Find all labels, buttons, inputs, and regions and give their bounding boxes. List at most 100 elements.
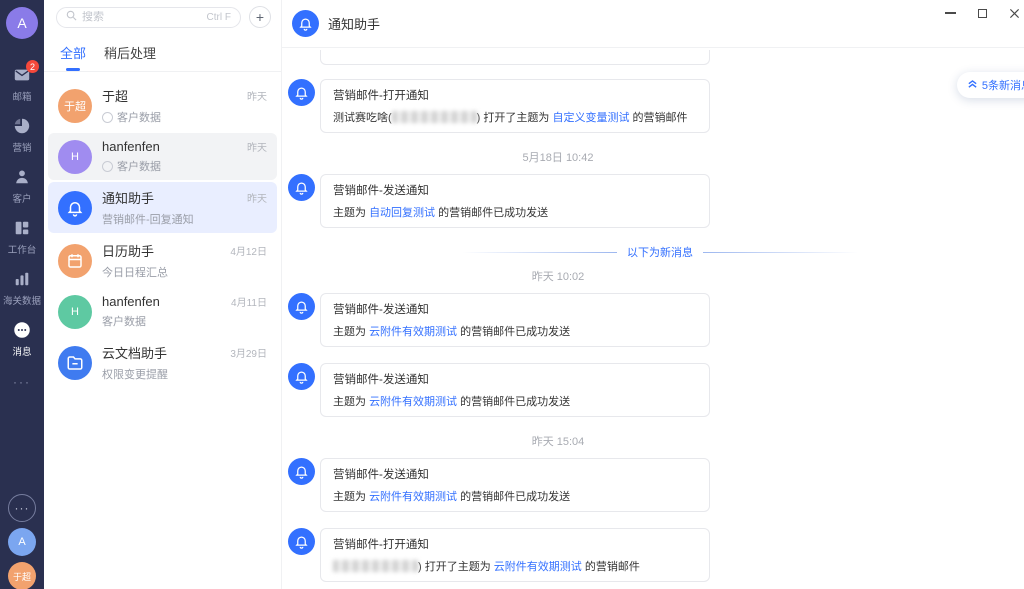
sidebar-item-messages[interactable]: 消息 [0,314,44,365]
conversation-panel: Ctrl F + 全部 稍后处理 于超于超昨天客户数据Hhanfenfen昨天客… [44,0,282,589]
customers-icon [12,167,32,187]
message-card: 营销邮件-打开通知测试赛吃啥() 打开了主题为 自定义变量测试 的营销邮件 [320,79,710,133]
subject-link[interactable]: 自定义变量测试 [552,112,629,124]
tab-later[interactable]: 稍后处理 [104,43,156,71]
marketing-icon [12,116,32,136]
close-button[interactable] [998,0,1024,26]
message-preview: 营销邮件-回复通知 [102,211,267,227]
bell-icon [288,363,315,390]
message-body: 测试赛吃啥() 打开了主题为 自定义变量测试 的营销邮件 [333,109,697,125]
new-messages-divider: 以下为新消息 [288,244,1024,260]
list-item-main: hanfenfen 4月11日客户数据 [102,294,267,329]
rail-more-button[interactable]: ··· [13,375,31,389]
maximize-button[interactable] [966,0,998,26]
message-card: 营销邮件-打开通知) 打开了主题为 云附件有效期测试 的营销邮件 [320,528,710,582]
sidebar-item-label: 海关数据 [3,292,41,306]
list-item-3[interactable]: 日历助手4月12日今日日程汇总 [48,235,277,286]
subject-link[interactable]: 云附件有效期测试 [494,561,582,573]
chat-title: 通知助手 [328,14,380,33]
sidebar-item-customers[interactable]: 客户 [0,161,44,212]
list-item-1[interactable]: Hhanfenfen昨天客户数据 [48,133,277,180]
contact-name: hanfenfen [102,294,160,309]
new-messages-pill[interactable]: 5条新消息 [957,72,1024,98]
sidebar-item-mail[interactable]: 2 邮箱 [0,59,44,110]
search-input[interactable] [82,11,202,23]
list-item-5[interactable]: 云文档助手3月29日权限变更提醒 [48,337,277,388]
tab-all[interactable]: 全部 [60,43,86,71]
divider-line [462,252,617,253]
messages-icon [12,320,32,340]
message-card: 营销邮件-发送通知主题为 云附件有效期测试 的营销邮件已成功发送 [320,293,710,347]
sidebar-item-marketing[interactable]: 营销 [0,110,44,161]
subject-link[interactable]: 云附件有效期测试 [369,326,457,338]
sidebar-item-label: 消息 [13,343,32,357]
rail-bottom-avatars: ··· A 于超 [0,494,44,589]
message-title: 营销邮件-发送通知 [333,466,697,482]
list-item-2[interactable]: 通知助手昨天营销邮件-回复通知 [48,182,277,233]
bell-icon [288,458,315,485]
list-item-top: hanfenfen昨天 [102,139,267,154]
message-preview-text: 客户数据 [117,109,161,125]
avatar-a[interactable]: A [8,528,36,556]
add-button[interactable]: + [249,6,271,28]
sidebar-item-customs[interactable]: 海关数据 [0,263,44,314]
sidebar-item-workbench[interactable]: 工作台 [0,212,44,263]
list-item-top: 日历助手4月12日 [102,241,267,260]
message-body: 主题为 云附件有效期测试 的营销邮件已成功发送 [333,323,697,339]
message-preview: 客户数据 [102,313,267,329]
message-body: 主题为 自动回复测试 的营销邮件已成功发送 [333,204,697,220]
minimize-button[interactable] [934,0,966,26]
redacted-email [333,560,418,572]
list-item-top: 于超昨天 [102,86,267,105]
contact-name: 日历助手 [102,241,154,260]
sidebar-item-label: 工作台 [8,241,37,255]
message-card-partial [320,50,710,65]
chat-header: 通知助手 [282,0,1024,48]
bell-icon [288,293,315,320]
chat-area: 通知助手 营销邮件-打开通知测试赛吃啥() 打开了主题为 自定义变量测试 的营销… [282,0,1024,589]
subject-link[interactable]: 自动回复测试 [369,207,435,219]
subject-link[interactable]: 云附件有效期测试 [369,396,457,408]
message-timeline: 营销邮件-打开通知测试赛吃啥() 打开了主题为 自定义变量测试 的营销邮件 5月1… [282,48,1024,589]
list-item-0[interactable]: 于超于超昨天客户数据 [48,80,277,131]
avatar: 于超 [58,89,92,123]
bell-icon [58,191,92,225]
message-row: 营销邮件-发送通知主题为 自动回复测试 的营销邮件已成功发送 [288,174,1024,228]
message-preview-text: 今日日程汇总 [102,264,168,280]
message-card: 营销邮件-发送通知主题为 云附件有效期测试 的营销邮件已成功发送 [320,363,710,417]
workbench-icon [12,218,32,238]
message-row: 营销邮件-发送通知主题为 云附件有效期测试 的营销邮件已成功发送 [288,458,1024,512]
search-row: Ctrl F + [44,0,281,28]
subject-link[interactable]: 云附件有效期测试 [369,491,457,503]
list-item-4[interactable]: Hhanfenfen4月11日客户数据 [48,288,277,335]
contact-name: 云文档助手 [102,343,167,362]
list-item-top: hanfenfen 4月11日 [102,294,267,309]
new-messages-pill-label: 5条新消息 [982,77,1024,93]
list-item-main: 云文档助手3月29日权限变更提醒 [102,343,267,382]
search-box[interactable]: Ctrl F [56,7,241,28]
chevrons-up-icon [967,78,978,92]
bell-icon [288,528,315,555]
message-preview-text: 客户数据 [102,313,146,329]
bell-icon [292,10,319,37]
more-contacts[interactable]: ··· [8,494,36,522]
message-title: 营销邮件-打开通知 [333,87,697,103]
todo-circle-icon [102,112,113,123]
message-card: 营销邮件-发送通知主题为 自动回复测试 的营销邮件已成功发送 [320,174,710,228]
contact-name: 通知助手 [102,188,154,207]
contact-name: 于超 [102,86,128,105]
unread-badge: 2 [26,60,39,73]
workspace-avatar[interactable]: A [6,7,38,39]
sidebar-item-label: 邮箱 [13,88,32,102]
timestamp: 昨天 10:02 [288,268,828,284]
list-item-top: 通知助手昨天 [102,188,267,207]
message-time: 4月11日 [231,294,267,309]
nav-rail: A 2 邮箱营销客户工作台海关数据消息 ··· ··· A 于超 [0,0,44,589]
avatar-yuchao[interactable]: 于超 [8,562,36,589]
customs-icon [12,269,32,289]
redacted-email [392,111,477,123]
list-item-main: 通知助手昨天营销邮件-回复通知 [102,188,267,227]
timestamp: 5月18日 10:42 [288,149,828,165]
message-body: 主题为 云附件有效期测试 的营销邮件已成功发送 [333,393,697,409]
message-preview-text: 客户数据 [117,158,161,174]
